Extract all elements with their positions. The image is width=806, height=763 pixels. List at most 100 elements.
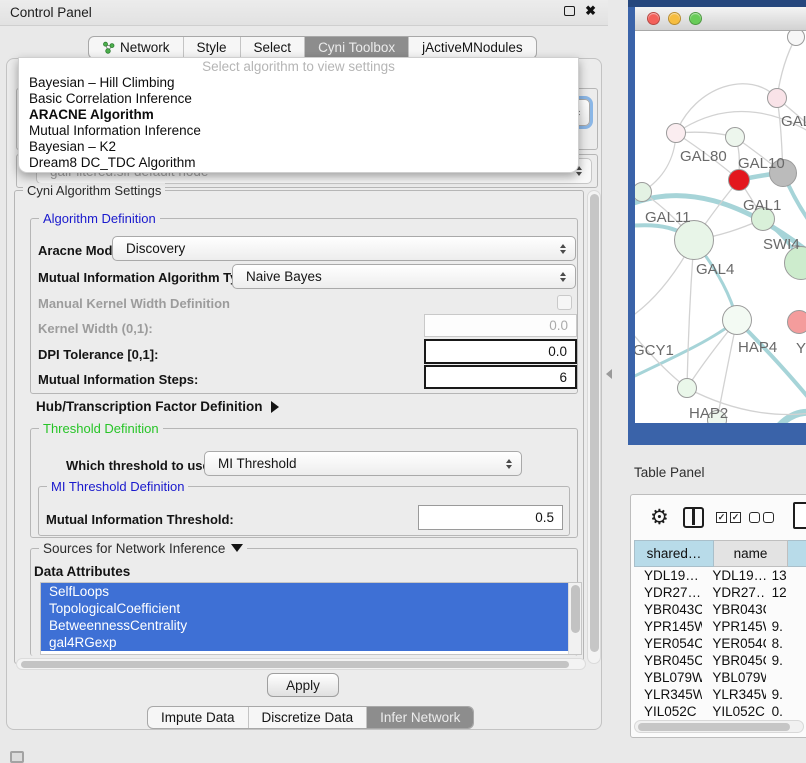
tab-infer-network[interactable]: Infer Network bbox=[366, 707, 473, 728]
table-row[interactable]: YBR045CYBR045C9. bbox=[634, 652, 806, 669]
algorithm-option[interactable]: Bayesian – K2 bbox=[19, 139, 578, 155]
table-cell[interactable]: YBR045C bbox=[702, 652, 765, 669]
scrollbar-thumb[interactable] bbox=[571, 585, 580, 633]
tab-impute-data[interactable]: Impute Data bbox=[148, 707, 248, 728]
network-node[interactable] bbox=[666, 123, 686, 143]
table-cell[interactable]: 9. bbox=[766, 652, 806, 669]
manual-kernel-checkbox[interactable] bbox=[557, 295, 572, 310]
network-node[interactable] bbox=[728, 169, 750, 191]
settings-horizontal-scrollbar[interactable] bbox=[16, 658, 586, 670]
data-attribute-item[interactable]: gal4RGexp bbox=[41, 634, 568, 651]
table-cell[interactable]: YIL052C bbox=[702, 703, 765, 717]
algorithm-option[interactable]: Basic Correlation Inference bbox=[19, 91, 578, 107]
mac-minimize-icon[interactable] bbox=[668, 12, 681, 25]
tab-select[interactable]: Select bbox=[240, 37, 305, 58]
data-attributes-list[interactable]: SelfLoopsTopologicalCoefficientBetweenne… bbox=[40, 582, 582, 655]
which-threshold-combobox[interactable]: MI Threshold bbox=[204, 451, 522, 476]
table-cell[interactable]: YDR27… bbox=[702, 584, 765, 601]
algorithm-option[interactable]: ARACNE Algorithm bbox=[19, 107, 578, 123]
table-cell[interactable]: YIL052C bbox=[634, 703, 702, 717]
table-cell[interactable]: YBR043C bbox=[702, 601, 765, 618]
table-cell[interactable]: YLR345W bbox=[702, 686, 765, 703]
columns-icon[interactable] bbox=[683, 507, 704, 528]
hide-all-columns-icon[interactable] bbox=[749, 512, 774, 523]
node-label: GAL10 bbox=[738, 155, 785, 172]
table-row[interactable]: YBR043CYBR043C bbox=[634, 601, 806, 618]
settings-vertical-scrollbar[interactable] bbox=[587, 190, 601, 664]
network-node[interactable] bbox=[722, 305, 752, 335]
data-attribute-item[interactable]: TopologicalCoefficient bbox=[41, 600, 568, 617]
dock-panel-icon[interactable] bbox=[10, 751, 24, 763]
table-cell[interactable]: YBL079W bbox=[634, 669, 702, 686]
hub-definition-expander[interactable]: Hub/Transcription Factor Definition bbox=[36, 399, 279, 414]
export-table-icon[interactable] bbox=[793, 502, 806, 529]
table-row[interactable]: YBL079WYBL079W bbox=[634, 669, 806, 686]
scrollbar-thumb[interactable] bbox=[21, 661, 569, 668]
table-row[interactable]: YLR345WYLR345W9. bbox=[634, 686, 806, 703]
network-view-canvas[interactable]: GALGAL80GAL10GAL1GAL11SWI4GAL4HAP4YGCY1H… bbox=[635, 31, 806, 423]
table-cell[interactable]: 9. bbox=[766, 618, 806, 635]
table-cell[interactable]: YLR345W bbox=[634, 686, 702, 703]
table-cell[interactable]: YBR043C bbox=[634, 601, 702, 618]
table-cell[interactable]: 13 bbox=[766, 567, 806, 584]
aracne-mode-combobox[interactable]: Discovery bbox=[112, 236, 576, 261]
scrollbar-thumb[interactable] bbox=[590, 194, 599, 652]
mi-threshold-field[interactable]: 0.5 bbox=[418, 505, 563, 530]
table-cell[interactable]: YER054C bbox=[634, 635, 702, 652]
kernel-width-field[interactable]: 0.0 bbox=[424, 314, 577, 337]
network-node[interactable] bbox=[767, 88, 787, 108]
table-cell[interactable]: YPR145W bbox=[702, 618, 765, 635]
dpi-tolerance-field[interactable]: 0.0 bbox=[424, 339, 577, 364]
tab-jactivemnodules[interactable]: jActiveMNodules bbox=[408, 37, 536, 58]
mi-steps-field[interactable]: 6 bbox=[424, 365, 577, 389]
float-window-icon[interactable] bbox=[564, 6, 575, 16]
mac-zoom-icon[interactable] bbox=[689, 12, 702, 25]
mac-close-icon[interactable] bbox=[647, 12, 660, 25]
network-node[interactable] bbox=[677, 378, 697, 398]
table-cell[interactable]: YDL19… bbox=[634, 567, 702, 584]
table-cell[interactable]: YDR27… bbox=[634, 584, 702, 601]
table-cell[interactable]: 8. bbox=[766, 635, 806, 652]
close-icon[interactable]: ✖ bbox=[585, 6, 596, 16]
table-cell[interactable] bbox=[766, 601, 806, 618]
table-cell[interactable]: YER054C bbox=[702, 635, 765, 652]
mi-type-combobox[interactable]: Naive Bayes bbox=[232, 264, 576, 289]
network-node[interactable] bbox=[787, 310, 806, 334]
apply-button[interactable]: Apply bbox=[267, 673, 339, 697]
algorithm-option[interactable]: Dream8 DC_TDC Algorithm bbox=[19, 155, 578, 171]
table-cell[interactable]: YBR045C bbox=[634, 652, 702, 669]
table-column-header[interactable]: shared… bbox=[634, 540, 714, 567]
splitter-grip[interactable] bbox=[606, 369, 612, 379]
table-cell[interactable]: 0. bbox=[766, 703, 806, 717]
tab-network[interactable]: Network bbox=[89, 37, 183, 58]
table-column-header[interactable]: A bbox=[788, 540, 806, 567]
table-cell[interactable]: YDL19… bbox=[702, 567, 765, 584]
table-column-header[interactable]: name bbox=[714, 540, 788, 567]
table-row[interactable]: YPR145WYPR145W9. bbox=[634, 618, 806, 635]
algorithm-option[interactable]: Bayesian – Hill Climbing bbox=[19, 75, 578, 91]
table-row[interactable]: YDL19…YDL19…13 bbox=[634, 567, 806, 584]
network-node[interactable] bbox=[725, 127, 745, 147]
table-row[interactable]: YER054CYER054C8. bbox=[634, 635, 806, 652]
table-cell[interactable]: 12 bbox=[766, 584, 806, 601]
show-all-columns-icon[interactable]: ✓✓ bbox=[716, 512, 741, 523]
gear-icon[interactable]: ⚙ bbox=[650, 505, 669, 531]
attributes-vertical-scrollbar[interactable] bbox=[568, 583, 581, 654]
tab-discretize-data[interactable]: Discretize Data bbox=[248, 707, 367, 728]
table-cell[interactable]: 9. bbox=[766, 686, 806, 703]
algorithm-option[interactable]: Mutual Information Inference bbox=[19, 123, 578, 139]
table-cell[interactable] bbox=[766, 669, 806, 686]
scrollbar-thumb[interactable] bbox=[638, 723, 790, 731]
network-node[interactable] bbox=[674, 220, 714, 260]
table-cell[interactable]: YBL079W bbox=[702, 669, 765, 686]
table-cell[interactable]: YPR145W bbox=[634, 618, 702, 635]
table-row[interactable]: YDR27…YDR27…12 bbox=[634, 584, 806, 601]
tab-style[interactable]: Style bbox=[183, 37, 240, 58]
data-attribute-item[interactable]: SelfLoops bbox=[41, 583, 568, 600]
table-row[interactable]: YIL052CYIL052C0. bbox=[634, 703, 806, 717]
network-window-titlebar[interactable] bbox=[635, 7, 806, 31]
sources-group-title[interactable]: Sources for Network Inference bbox=[39, 541, 247, 556]
data-attribute-item[interactable]: BetweennessCentrality bbox=[41, 617, 568, 634]
tab-cyni-toolbox[interactable]: Cyni Toolbox bbox=[304, 37, 408, 58]
table-horizontal-scrollbar[interactable] bbox=[634, 720, 804, 733]
